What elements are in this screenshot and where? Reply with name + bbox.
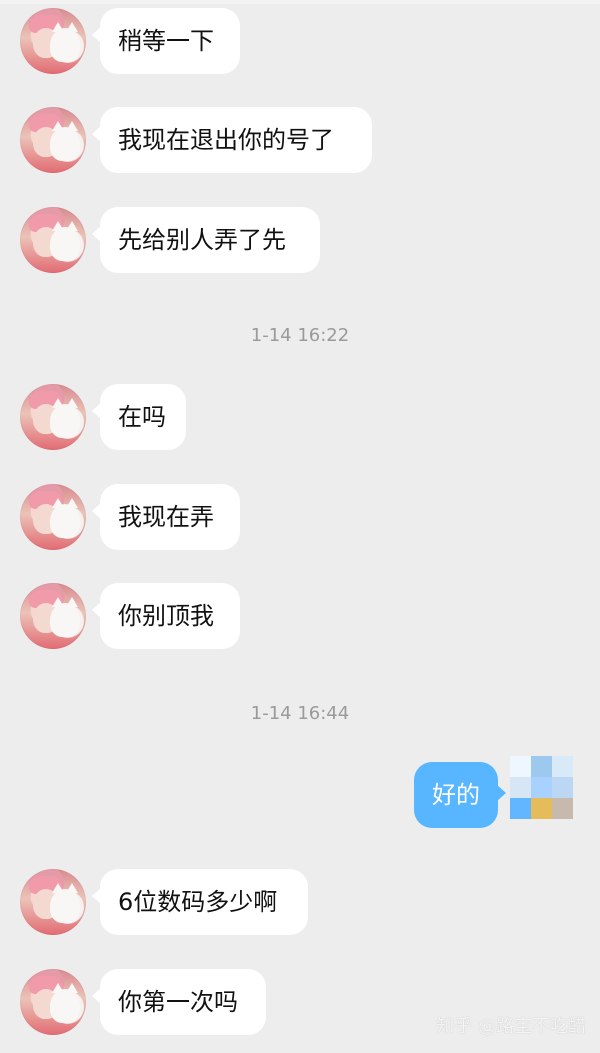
avatar-block xyxy=(510,756,531,777)
message-row: 先给别人弄了先 xyxy=(0,205,600,275)
contact-avatar[interactable] xyxy=(20,869,86,935)
message-row: 稍等一下 xyxy=(0,6,600,76)
message-bubble[interactable]: 你第一次吗 xyxy=(92,969,266,1035)
cat-icon xyxy=(50,883,80,923)
cat-icon xyxy=(50,398,80,438)
contact-avatar[interactable] xyxy=(20,107,86,173)
my-avatar[interactable] xyxy=(510,756,576,826)
message-bubble[interactable]: 我现在弄 xyxy=(92,484,240,550)
message-row: 我现在弄 xyxy=(0,482,600,552)
message-bubble[interactable]: 稍等一下 xyxy=(92,8,240,74)
watermark: 知乎 @路宝不吃醋 xyxy=(436,1016,586,1037)
avatar-block xyxy=(510,798,531,819)
message-bubble[interactable]: 6位数码多少啊 xyxy=(92,869,308,935)
message-bubble[interactable]: 你别顶我 xyxy=(92,583,240,649)
my-message-bubble[interactable]: 好的 xyxy=(414,762,506,828)
timestamp: 1-14 16:22 xyxy=(250,325,350,346)
cat-icon xyxy=(50,597,80,637)
message-bubble[interactable]: 在吗 xyxy=(92,384,186,450)
cat-icon xyxy=(50,22,80,62)
avatar-block xyxy=(510,777,531,798)
top-divider xyxy=(0,0,600,4)
message-row: 我现在退出你的号了 xyxy=(0,105,600,175)
avatar-block xyxy=(531,756,552,777)
message-row: 在吗 xyxy=(0,382,600,452)
cat-icon xyxy=(50,121,80,161)
contact-avatar[interactable] xyxy=(20,384,86,450)
contact-avatar[interactable] xyxy=(20,583,86,649)
avatar-block xyxy=(531,798,552,819)
timestamp: 1-14 16:44 xyxy=(250,703,350,724)
avatar-block xyxy=(531,777,552,798)
avatar-block xyxy=(552,777,573,798)
cat-icon xyxy=(50,498,80,538)
message-bubble[interactable]: 我现在退出你的号了 xyxy=(92,107,372,173)
message-row: 你别顶我 xyxy=(0,581,600,651)
contact-avatar[interactable] xyxy=(20,969,86,1035)
message-bubble[interactable]: 先给别人弄了先 xyxy=(92,207,320,273)
cat-icon xyxy=(50,221,80,261)
contact-avatar[interactable] xyxy=(20,8,86,74)
contact-avatar[interactable] xyxy=(20,207,86,273)
contact-avatar[interactable] xyxy=(20,484,86,550)
cat-icon xyxy=(50,983,80,1023)
avatar-block xyxy=(552,756,573,777)
message-row: 6位数码多少啊 xyxy=(0,867,600,937)
avatar-block xyxy=(552,798,573,819)
